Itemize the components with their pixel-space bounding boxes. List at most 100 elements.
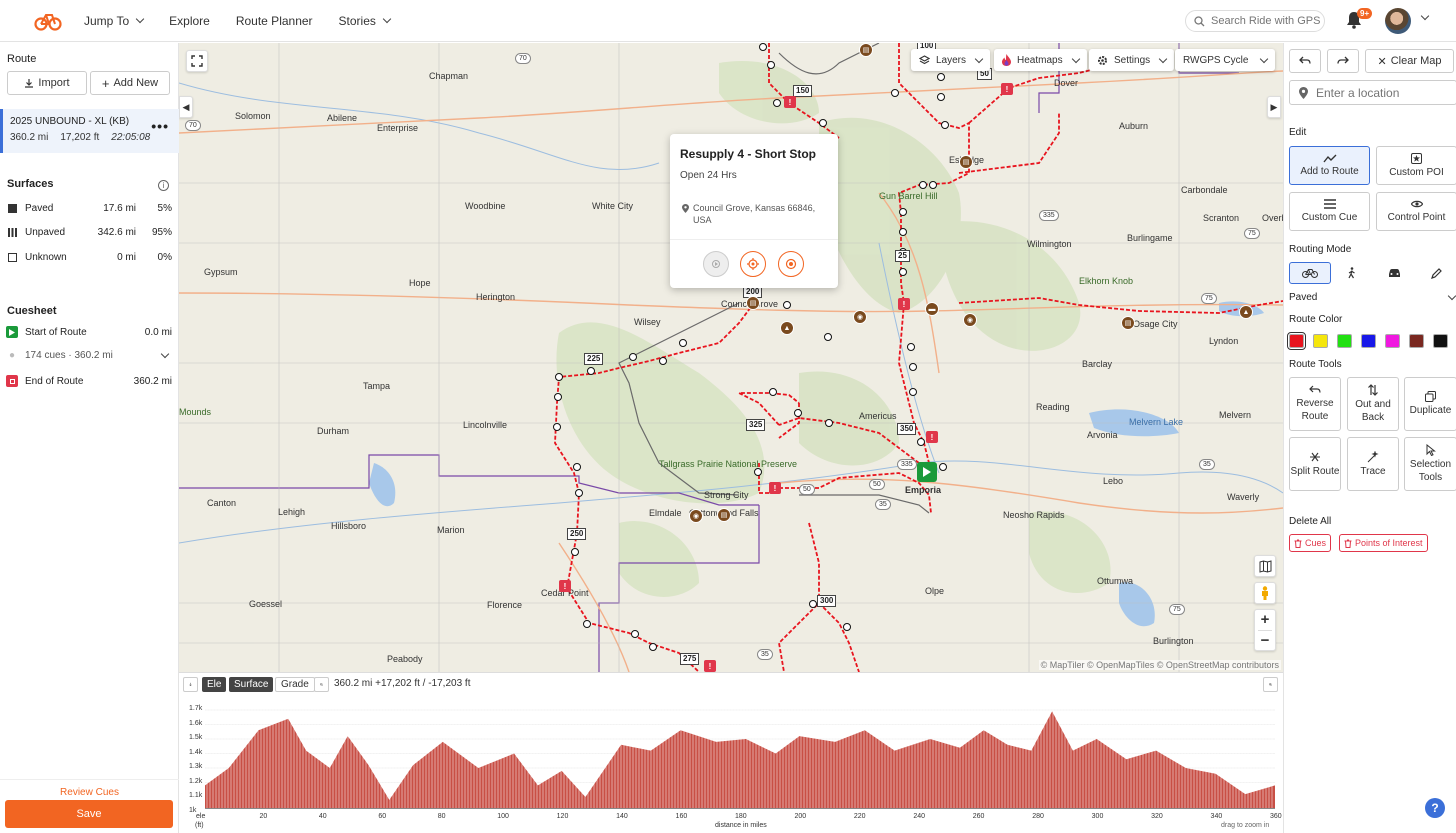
hazard-icon[interactable]: ! [784,96,796,108]
locate-button[interactable] [740,251,766,277]
collapse-left-button[interactable]: ◀ [179,96,193,118]
route-waypoint[interactable] [937,73,945,81]
delete-pois-button[interactable]: Points of Interest [1339,534,1428,552]
hazard-icon[interactable]: ! [926,431,938,443]
location-input[interactable] [1316,85,1456,100]
route-waypoint[interactable] [941,121,949,129]
route-waypoint[interactable] [769,388,777,396]
route-waypoint[interactable] [929,181,937,189]
route-waypoint[interactable] [571,548,579,556]
add-to-route-tool[interactable]: Add to Route [1289,146,1370,185]
route-waypoint[interactable] [819,119,827,127]
route-waypoint[interactable] [794,409,802,417]
avatar[interactable] [1385,8,1411,34]
poi-camera-icon[interactable]: ◉ [689,509,703,523]
route-waypoint[interactable] [631,630,639,638]
route-waypoint[interactable] [824,333,832,341]
map-attribution[interactable]: © MapTiler © OpenMapTiles © OpenStreetMa… [1038,660,1281,670]
nav-route-planner[interactable]: Route Planner [236,14,313,28]
cue-end-row[interactable]: End of Route 360.2 mi [6,375,172,387]
route-waypoint[interactable] [909,363,917,371]
map-legend-button[interactable] [1254,555,1276,577]
route-waypoint[interactable] [759,43,767,51]
rwgps-logo-icon[interactable] [34,10,62,32]
selection-tools-tool[interactable]: Selection Tools [1404,437,1456,491]
import-button[interactable]: Import [7,71,87,95]
route-waypoint[interactable] [679,339,687,347]
add-new-button[interactable]: + Add New [90,71,170,95]
fullscreen-button[interactable] [186,50,208,72]
route-waypoint[interactable] [909,388,917,396]
street-view-button[interactable] [1254,582,1276,604]
route-waypoint[interactable] [575,489,583,497]
review-cues-link[interactable]: Review Cues [0,779,179,799]
zoom-in-button[interactable]: + [1261,610,1270,630]
clear-map-button[interactable]: ✕ Clear Map [1365,49,1454,73]
poi-store-icon[interactable]: ▤ [859,43,873,57]
color-swatch[interactable] [1287,332,1306,350]
basemap-select[interactable]: RWGPS Cycle [1175,49,1275,71]
zoom-out-elevation-button[interactable] [314,677,329,692]
settings-button[interactable]: Settings [1089,49,1175,71]
route-waypoint[interactable] [587,367,595,375]
route-waypoint[interactable] [937,93,945,101]
hazard-icon[interactable]: ! [559,580,571,592]
chevron-down-icon[interactable] [160,349,170,359]
route-waypoint[interactable] [583,620,591,628]
more-options-icon[interactable]: ••• [151,118,169,134]
hazard-icon[interactable]: ! [1001,83,1013,95]
split-route-tool[interactable]: Split Route [1289,437,1341,491]
info-icon[interactable]: i [158,180,169,191]
poi-store-icon[interactable]: ▤ [717,508,731,522]
hazard-icon[interactable]: ! [704,660,716,672]
route-waypoint[interactable] [939,463,947,471]
poi-camera-icon[interactable]: ◉ [853,310,867,324]
route-waypoint[interactable] [843,623,851,631]
custom-poi-tool[interactable]: Custom POI [1376,146,1456,185]
hazard-icon[interactable]: ! [769,482,781,494]
tab-surface[interactable]: Surface [229,677,274,692]
nav-stories[interactable]: Stories [339,14,392,28]
duplicate-tool[interactable]: Duplicate [1404,377,1456,431]
route-waypoint[interactable] [899,268,907,276]
target-button[interactable] [778,251,804,277]
poi-tent-icon[interactable]: ▲ [780,321,794,335]
color-swatch[interactable] [1385,334,1400,348]
route-waypoint[interactable] [891,89,899,97]
route-waypoint[interactable] [783,301,791,309]
route-waypoint[interactable] [767,61,775,69]
route-waypoint[interactable] [773,99,781,107]
location-search[interactable] [1289,80,1456,105]
route-waypoint[interactable] [809,600,817,608]
zoom-in-elevation-button[interactable] [1263,677,1278,692]
route-waypoint[interactable] [825,419,833,427]
search-input[interactable] [1211,15,1323,27]
route-waypoint[interactable] [629,353,637,361]
map-canvas[interactable]: Chapman Solomon Abilene Enterprise Woodb… [179,43,1283,672]
routing-surface-select[interactable]: Paved [1289,290,1456,304]
route-waypoint[interactable] [553,423,561,431]
route-waypoint[interactable] [555,373,563,381]
hazard-icon[interactable]: ! [898,298,910,310]
play-button[interactable] [703,251,729,277]
poi-camping-icon[interactable]: ▲ [1239,305,1253,319]
route-waypoint[interactable] [649,643,657,651]
mode-car[interactable] [1373,262,1415,284]
layers-button[interactable]: Layers [911,49,991,71]
route-waypoint[interactable] [573,463,581,471]
zoom-out-button[interactable]: − [1261,631,1270,651]
route-card[interactable]: 2025 UNBOUND - XL (KB) 360.2 mi 17,202 f… [0,109,179,153]
search-box[interactable] [1185,10,1325,32]
collapse-right-button[interactable]: ▶ [1267,96,1281,118]
collapse-elevation-button[interactable] [183,677,198,692]
mode-walk[interactable] [1331,262,1373,284]
save-button[interactable]: Save [5,800,173,828]
control-point-tool[interactable]: Control Point [1376,192,1456,231]
undo-button[interactable] [1289,49,1321,73]
route-waypoint[interactable] [899,228,907,236]
route-waypoint[interactable] [907,343,915,351]
elevation-profile[interactable] [205,703,1275,809]
route-waypoint[interactable] [899,208,907,216]
cue-start-row[interactable]: Start of Route 0.0 mi [6,326,172,338]
trace-tool[interactable]: Trace [1347,437,1399,491]
